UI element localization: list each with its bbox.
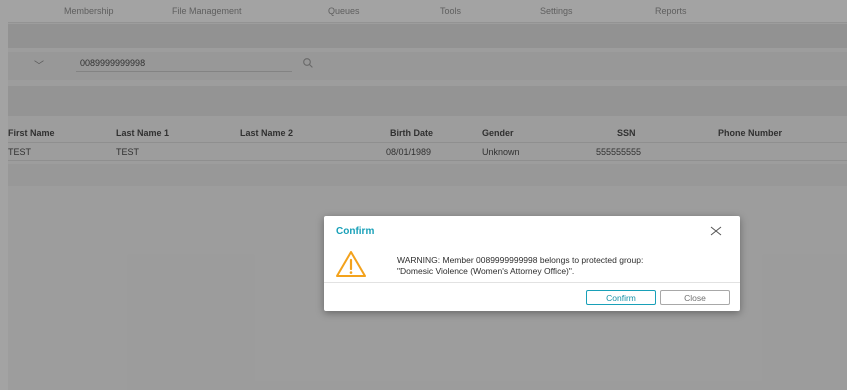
confirm-dialog: Confirm WARNING: Member 0089999999998 be… bbox=[324, 216, 740, 311]
warning-message-line-2: "Domesic Violence (Women's Attorney Offi… bbox=[397, 266, 575, 276]
warning-message-line-1: WARNING: Member 0089999999998 belongs to… bbox=[397, 255, 644, 265]
dialog-divider bbox=[324, 282, 740, 283]
warning-message: WARNING: Member 0089999999998 belongs to… bbox=[397, 255, 732, 277]
dialog-title: Confirm bbox=[336, 226, 375, 237]
close-icon[interactable] bbox=[709, 224, 723, 238]
modal-backdrop[interactable] bbox=[0, 0, 847, 390]
warning-icon bbox=[336, 251, 366, 277]
close-button[interactable]: Close bbox=[660, 290, 730, 305]
confirm-button[interactable]: Confirm bbox=[586, 290, 656, 305]
